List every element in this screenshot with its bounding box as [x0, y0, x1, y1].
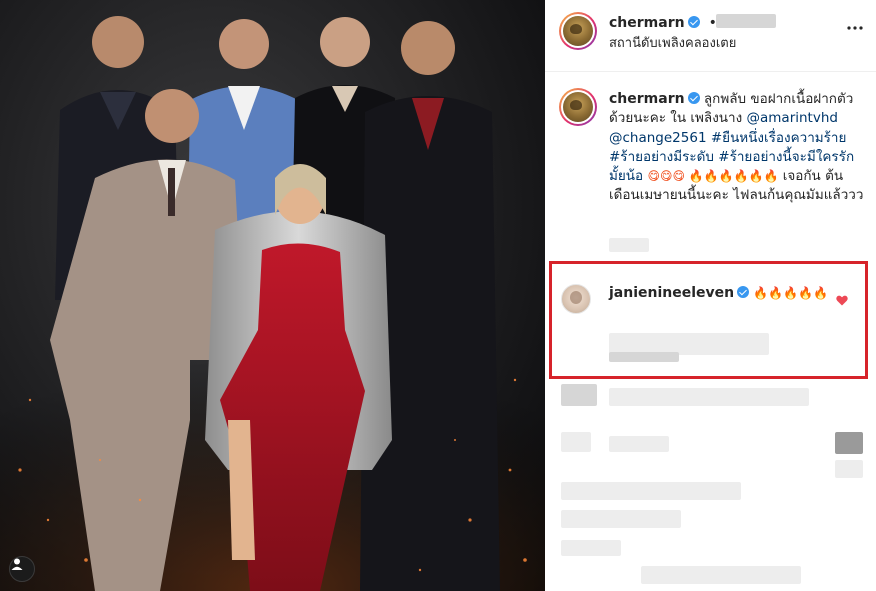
caption-username[interactable]: chermarn	[609, 91, 685, 107]
redacted-timestamp	[609, 238, 649, 252]
redacted-comment	[561, 510, 681, 528]
caption-author-avatar[interactable]	[559, 88, 597, 126]
post-header: chermarn • สถานีดับเพลิงคลองเตย	[545, 0, 876, 72]
heart-filled-icon[interactable]	[836, 291, 850, 306]
caption-mention-change2561[interactable]: @change2561	[609, 130, 707, 146]
redacted-avatar	[561, 384, 597, 406]
post-caption: chermarn ลูกพลับ ขอฝากเนื้อฝากตัวด้วยนะค…	[609, 90, 864, 206]
promo-photo-illustration	[0, 16, 545, 591]
comment-text: 🔥🔥🔥🔥🔥	[753, 286, 829, 300]
caption-hashtag-1[interactable]: #ยืนหนึ่งเรื่องความร้าย	[711, 130, 847, 146]
comments-panel: chermarn • สถานีดับเพลิงคลองเตย chermarn…	[545, 0, 876, 591]
ellipsis-icon[interactable]	[843, 16, 867, 40]
post-photo[interactable]	[0, 0, 545, 591]
redacted-comment	[609, 388, 809, 406]
redacted-follow-status	[716, 14, 776, 28]
caption-mention-amarintvhd[interactable]: @amarintvhd	[747, 110, 838, 126]
comment: janienineeleven 🔥🔥🔥🔥🔥	[609, 284, 839, 303]
caption-hashtag-2[interactable]: #ร้ายอย่างมีระดับ	[609, 149, 714, 165]
caption-emoji: 😋😋😋 🔥🔥🔥🔥🔥🔥	[647, 169, 779, 184]
verified-badge-icon	[687, 16, 700, 28]
verified-badge-icon	[737, 286, 750, 298]
redacted-comment	[561, 482, 741, 500]
author-username[interactable]: chermarn	[609, 15, 685, 31]
author-avatar[interactable]	[559, 12, 597, 50]
redacted-avatar	[561, 432, 591, 452]
redacted-thumb	[835, 432, 863, 454]
highlight-box	[549, 261, 868, 379]
comment-username[interactable]: janienineeleven	[609, 285, 734, 301]
redacted-comment	[641, 566, 801, 584]
post-location[interactable]: สถานีดับเพลิงคลองเตย	[609, 32, 736, 53]
redacted-comment-meta-2	[609, 352, 679, 362]
redacted-comment	[609, 436, 669, 452]
redacted-thumb	[835, 460, 863, 478]
verified-badge-icon	[687, 92, 700, 104]
redacted-comment	[561, 540, 621, 556]
person-tag-icon[interactable]	[9, 556, 35, 582]
commenter-avatar[interactable]	[561, 284, 591, 314]
